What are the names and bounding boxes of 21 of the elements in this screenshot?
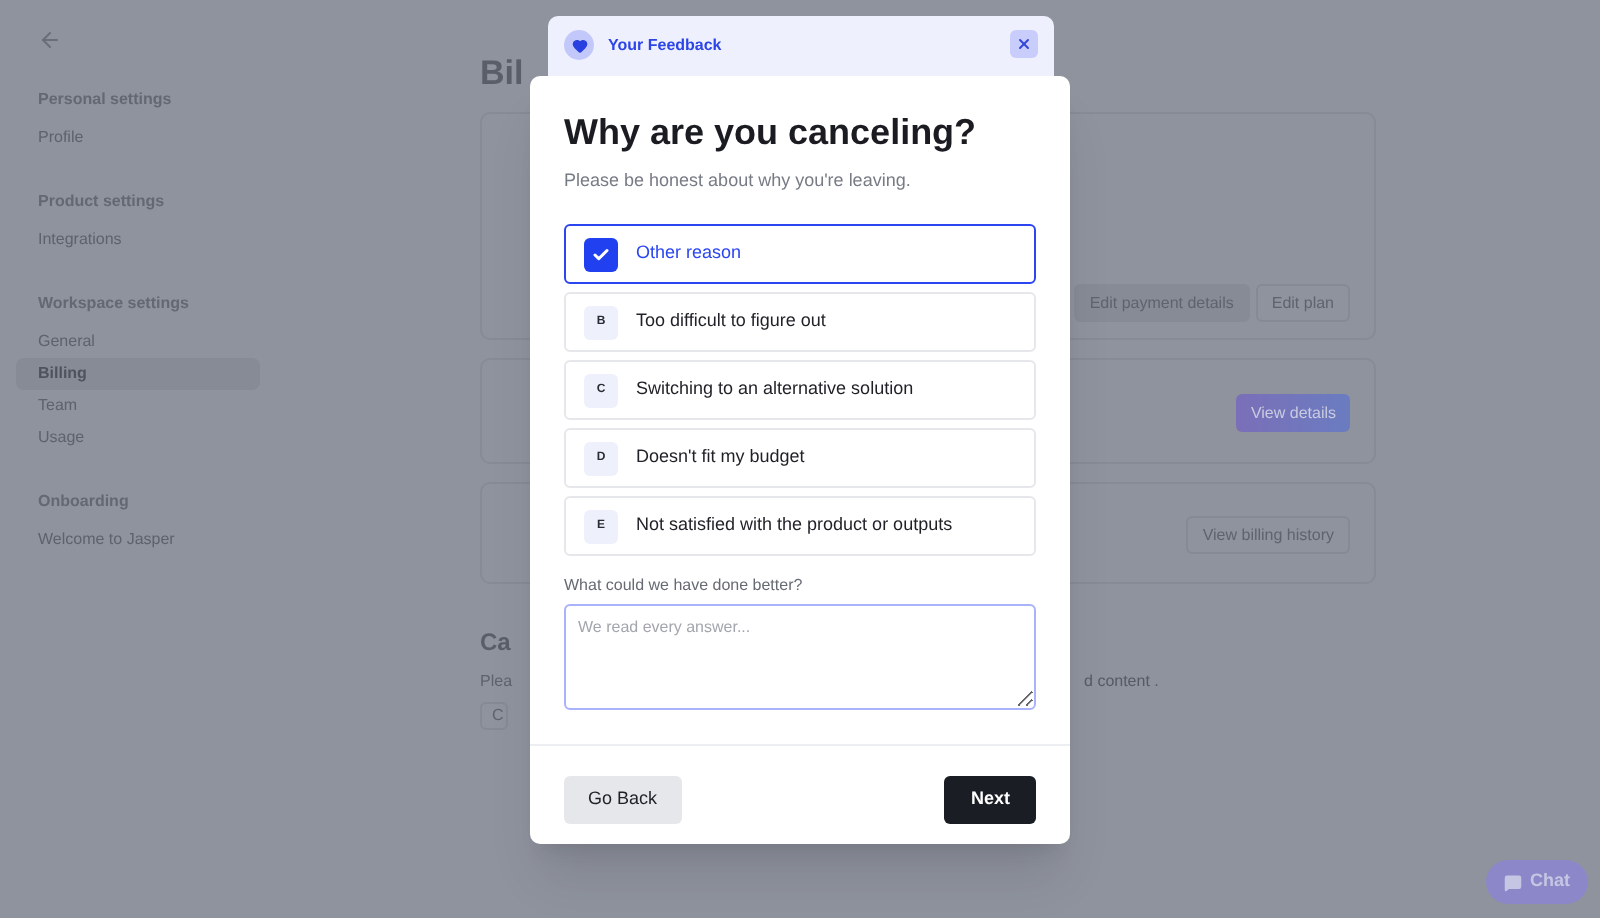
option-label: Not satisfied with the product or outputs [636,512,953,539]
checkbox-icon [584,237,618,271]
next-button[interactable]: Next [944,776,1036,824]
option-label: Doesn't fit my budget [636,444,805,471]
cancel-text: d content . [1084,670,1159,694]
option-label: Other reason [636,240,742,267]
modal-title: Why are you canceling? [564,110,979,155]
modal-header: Your Feedback [608,34,722,58]
feedback-textarea[interactable]: We read every answer... [564,604,1036,710]
modal-subtitle: Please be honest about why you're leaving. [564,167,913,194]
close-button[interactable] [1010,30,1038,58]
go-back-button[interactable]: Go Back [564,776,682,824]
option-label: Switching to an alternative solution [636,376,914,403]
option-label: Too difficult to figure out [636,308,826,335]
chat-button[interactable]: Chat [1486,860,1588,904]
close-icon [1016,36,1032,52]
option-row[interactable]: Other reason [564,224,1036,284]
feedback-label: What could we have done better? [564,574,805,598]
sidebar-item[interactable]: Billing [16,358,260,390]
card-button[interactable]: View details [1236,394,1350,432]
chat-bubble-icon [1504,873,1522,891]
